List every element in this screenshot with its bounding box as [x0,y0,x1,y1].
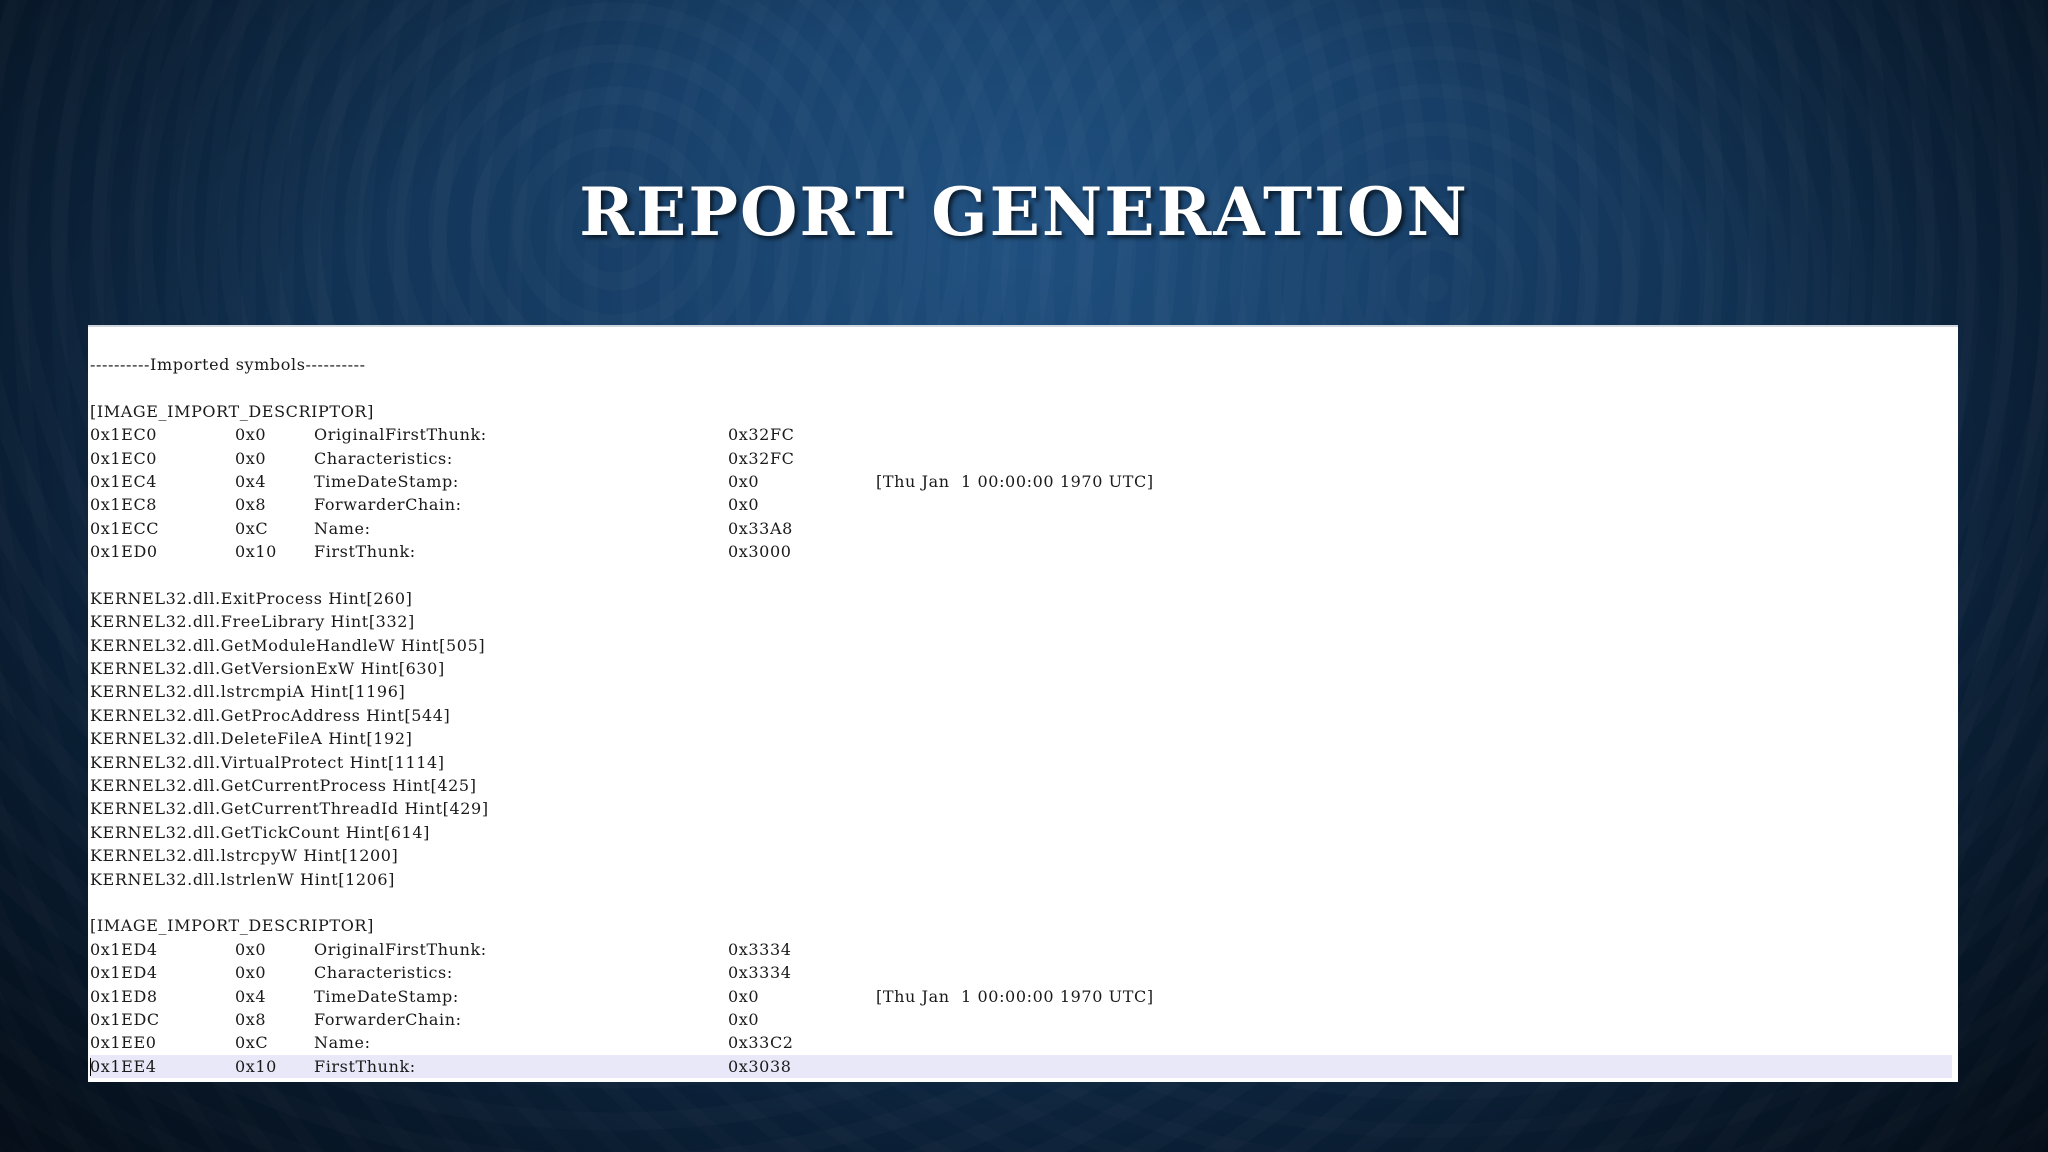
row-value: 0x32FC [728,448,795,468]
descriptor-row: 0x1ED0 0x10 FirstThunk: 0x3000 [90,540,1950,563]
row-relative-offset: 0x0 [235,425,267,445]
row-value: 0x0 [728,495,760,515]
descriptor-row: 0x1EC4 0x4 TimeDateStamp: 0x0 [Thu Jan 1… [90,470,1950,493]
row-offset: 0x1ED4 [90,963,158,983]
row-offset: 0x1ED0 [90,542,158,562]
row-timestamp-text: [Thu Jan 1 00:00:00 1970 UTC] [876,986,1154,1006]
import-symbol: KERNEL32.dll.VirtualProtect Hint[1114] [90,752,445,772]
row-offset: 0x1ED8 [90,986,158,1006]
import-symbol: KERNEL32.dll.lstrlenW Hint[1206] [90,869,396,889]
row-field-name: FirstThunk: [314,542,416,562]
row-field-name: TimeDateStamp: [314,471,459,491]
import-symbol: KERNEL32.dll.GetModuleHandleW Hint[505] [90,635,486,655]
row-relative-offset: 0x10 [235,1056,277,1076]
import-symbol: KERNEL32.dll.GetCurrentThreadId Hint[429… [90,799,489,819]
section-header: ----------Imported symbols---------- [90,355,366,374]
row-relative-offset: 0xC [235,518,269,538]
descriptor-row: 0x1EC8 0x8 ForwarderChain: 0x0 [90,493,1950,516]
row-field-name: ForwarderChain: [314,1009,462,1029]
descriptor-row: 0x1EC0 0x0 Characteristics: 0x32FC [90,447,1950,470]
row-field-name: Name: [314,518,371,538]
descriptor-row: 0x1EE0 0xC Name: 0x33C2 [90,1031,1950,1054]
row-offset: 0x1EC4 [90,471,158,491]
row-relative-offset: 0x4 [235,986,267,1006]
row-offset: 0x1ED4 [90,939,158,959]
row-relative-offset: 0x8 [235,495,267,515]
row-value: 0x0 [728,1009,760,1029]
row-field-name: OriginalFirstThunk: [314,939,487,959]
slide-title: REPORT GENERATION [579,173,1469,251]
row-timestamp-text: [Thu Jan 1 00:00:00 1970 UTC] [876,471,1154,491]
descriptor-label: [IMAGE_IMPORT_DESCRIPTOR] [90,401,374,421]
descriptor-row: 0x1ECC 0xC Name: 0x33A8 [90,517,1950,540]
row-relative-offset: 0x0 [235,963,267,983]
row-relative-offset: 0x8 [235,1009,267,1029]
import-symbol: KERNEL32.dll.FreeLibrary Hint[332] [90,612,415,632]
row-field-name: ForwarderChain: [314,495,462,515]
row-relative-offset: 0x10 [235,542,277,562]
descriptor-row-selected[interactable]: 0x1EE4 0x10 FirstThunk: 0x3038 [90,1054,1952,1079]
report-lines: ----------Imported symbols---------- [IM… [90,353,1952,1079]
import-symbol: KERNEL32.dll.lstrcmpiA Hint[1196] [90,682,406,702]
row-value: 0x33C2 [728,1033,794,1053]
descriptor-row: 0x1EC0 0x0 OriginalFirstThunk: 0x32FC [90,423,1950,446]
import-symbol: KERNEL32.dll.GetVersionExW Hint[630] [90,659,445,679]
row-offset: 0x1EC0 [90,425,158,445]
row-relative-offset: 0x0 [235,939,267,959]
row-relative-offset: 0x0 [235,448,267,468]
row-field-name: OriginalFirstThunk: [314,425,487,445]
row-field-name: Characteristics: [314,448,453,468]
row-value: 0x33A8 [728,518,793,538]
row-field-name: Name: [314,1033,371,1053]
import-symbol: KERNEL32.dll.ExitProcess Hint[260] [90,588,413,608]
row-value: 0x0 [728,471,760,491]
row-offset: 0x1EC0 [90,448,158,468]
row-offset: 0x1EE0 [90,1033,157,1053]
row-offset: 0x1EDC [90,1009,160,1029]
row-field-name: TimeDateStamp: [314,986,459,1006]
import-symbol: KERNEL32.dll.DeleteFileA Hint[192] [90,729,413,749]
row-offset: 0x1EC8 [90,495,158,515]
row-value: 0x3334 [728,963,792,983]
row-field-name: Characteristics: [314,963,453,983]
row-field-name: FirstThunk: [314,1056,416,1076]
report-text-panel[interactable]: ----------Imported symbols---------- [IM… [88,325,1958,1082]
row-offset: 0x1ECC [90,518,160,538]
row-value: 0x32FC [728,425,795,445]
descriptor-row: 0x1ED8 0x4 TimeDateStamp: 0x0 [Thu Jan 1… [90,985,1950,1008]
import-symbol: KERNEL32.dll.GetProcAddress Hint[544] [90,705,451,725]
row-offset: 0x1EE4 [90,1056,157,1076]
import-symbol: KERNEL32.dll.GetTickCount Hint[614] [90,822,430,842]
import-symbol: KERNEL32.dll.GetCurrentProcess Hint[425] [90,776,477,796]
descriptor-row: 0x1EDC 0x8 ForwarderChain: 0x0 [90,1008,1950,1031]
descriptor-row: 0x1ED4 0x0 Characteristics: 0x3334 [90,961,1950,984]
row-value: 0x3000 [728,542,792,562]
import-symbol: KERNEL32.dll.lstrcpyW Hint[1200] [90,846,399,866]
descriptor-row: 0x1ED4 0x0 OriginalFirstThunk: 0x3334 [90,938,1950,961]
row-value: 0x3038 [728,1056,792,1076]
row-value: 0x3334 [728,939,792,959]
descriptor-label: [IMAGE_IMPORT_DESCRIPTOR] [90,916,374,936]
row-relative-offset: 0xC [235,1033,269,1053]
row-relative-offset: 0x4 [235,471,267,491]
row-value: 0x0 [728,986,760,1006]
